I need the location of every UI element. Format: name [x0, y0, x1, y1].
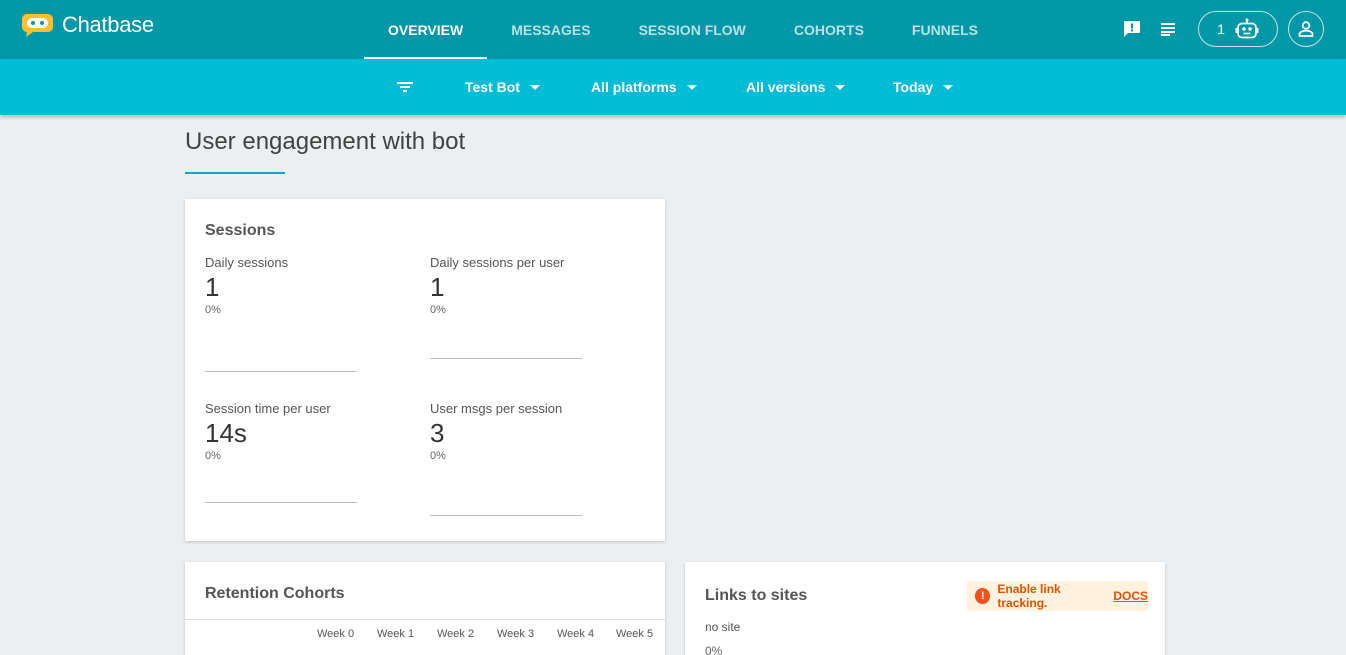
metric-delta: 0%	[430, 304, 446, 316]
cohort-header-divider	[185, 619, 665, 620]
account-icon	[1298, 21, 1314, 37]
week-header: Week 3	[497, 628, 535, 640]
platform-filter-value: All platforms	[591, 79, 677, 95]
links-card-title: Links to sites	[705, 587, 808, 604]
metric-delta: 0%	[430, 450, 446, 462]
bot-filter-value: Test Bot	[465, 79, 520, 95]
brand[interactable]: Chatbase	[21, 12, 154, 38]
chevron-down-icon	[835, 84, 846, 90]
top-app-bar: Chatbase OVERVIEW MESSAGES SESSION FLOW …	[0, 0, 1346, 59]
date-range-dropdown[interactable]: Today	[893, 59, 954, 115]
alert-icon: !	[975, 588, 991, 604]
metric-label: Daily sessions	[205, 255, 289, 270]
tab-funnels[interactable]: FUNNELS	[888, 0, 1002, 59]
version-filter-value: All versions	[746, 79, 826, 95]
metric-value: 14s	[205, 418, 247, 448]
metric-label: User msgs per session	[430, 401, 563, 416]
metric-daily-sessions-per-user[interactable]: Daily sessions per user 1 0%	[430, 255, 582, 359]
filter-icon[interactable]	[394, 76, 416, 98]
metric-user-msgs-per-session[interactable]: User msgs per session 3 0%	[430, 401, 582, 516]
brand-name: Chatbase	[62, 12, 154, 37]
version-filter-dropdown[interactable]: All versions	[746, 59, 846, 115]
robot-icon	[1235, 18, 1259, 39]
metric-label: Session time per user	[205, 401, 331, 416]
docs-link[interactable]: DOCS	[1113, 589, 1148, 603]
chevron-down-icon	[686, 84, 697, 90]
metric-value: 1	[430, 272, 445, 302]
week-header: Week 2	[437, 628, 475, 640]
sessions-card-title: Sessions	[205, 222, 276, 239]
metric-value: 3	[430, 418, 445, 448]
notes-icon	[1161, 23, 1175, 36]
links-to-sites-card: Links to sites ! Enable link tracking. D…	[685, 562, 1165, 655]
sparkline	[205, 371, 357, 372]
date-range-value: Today	[893, 79, 934, 95]
tab-overview[interactable]: OVERVIEW	[364, 0, 488, 59]
site-delta: 0%	[705, 644, 723, 655]
chevron-down-icon	[943, 84, 954, 90]
metric-label: Daily sessions per user	[430, 255, 565, 270]
sparkline	[205, 502, 357, 503]
retention-card-title: Retention Cohorts	[205, 585, 345, 602]
bot-count: 1	[1217, 21, 1225, 37]
feedback-icon	[1124, 21, 1140, 37]
bot-filter-dropdown[interactable]: Test Bot	[465, 59, 540, 115]
notice-text: Enable link tracking.	[997, 582, 1061, 610]
metric-delta: 0%	[205, 450, 221, 462]
metric-daily-sessions[interactable]: Daily sessions 1 0%	[205, 255, 357, 372]
retention-cohorts-card: Retention Cohorts Week 0 Week 1 Week 2 W…	[185, 562, 665, 655]
platform-filter-dropdown[interactable]: All platforms	[591, 59, 697, 115]
tab-cohorts[interactable]: COHORTS	[770, 0, 888, 59]
metric-session-time-per-user[interactable]: Session time per user 14s 0%	[205, 401, 357, 503]
account-button[interactable]	[1288, 11, 1324, 47]
title-underline	[185, 172, 285, 174]
week-header: Week 5	[616, 628, 654, 640]
feedback-button[interactable]	[1114, 11, 1150, 47]
sessions-card: Sessions Daily sessions 1 0% Daily sessi…	[185, 199, 665, 541]
sparkline	[430, 358, 582, 359]
metric-value: 1	[205, 272, 220, 302]
notes-button[interactable]	[1150, 11, 1186, 47]
filter-bar: Test Bot All platforms All versions Toda…	[0, 59, 1346, 115]
week-header: Week 4	[557, 628, 595, 640]
week-header: Week 0	[317, 628, 355, 640]
bot-selector-button[interactable]: 1	[1198, 11, 1278, 47]
metric-delta: 0%	[205, 304, 221, 316]
top-actions: 1	[1114, 11, 1324, 47]
page-title: User engagement with bot	[185, 128, 466, 155]
tab-session-flow[interactable]: SESSION FLOW	[615, 0, 770, 59]
chevron-down-icon	[529, 84, 540, 90]
link-tracking-notice: ! Enable link tracking. DOCS	[967, 581, 1148, 611]
tab-messages[interactable]: MESSAGES	[487, 0, 614, 59]
week-header: Week 1	[377, 628, 415, 640]
chatbase-logo-icon	[22, 14, 53, 37]
site-label: no site	[705, 620, 741, 634]
sparkline	[430, 515, 582, 516]
main-nav: OVERVIEW MESSAGES SESSION FLOW COHORTS F…	[364, 0, 1002, 59]
